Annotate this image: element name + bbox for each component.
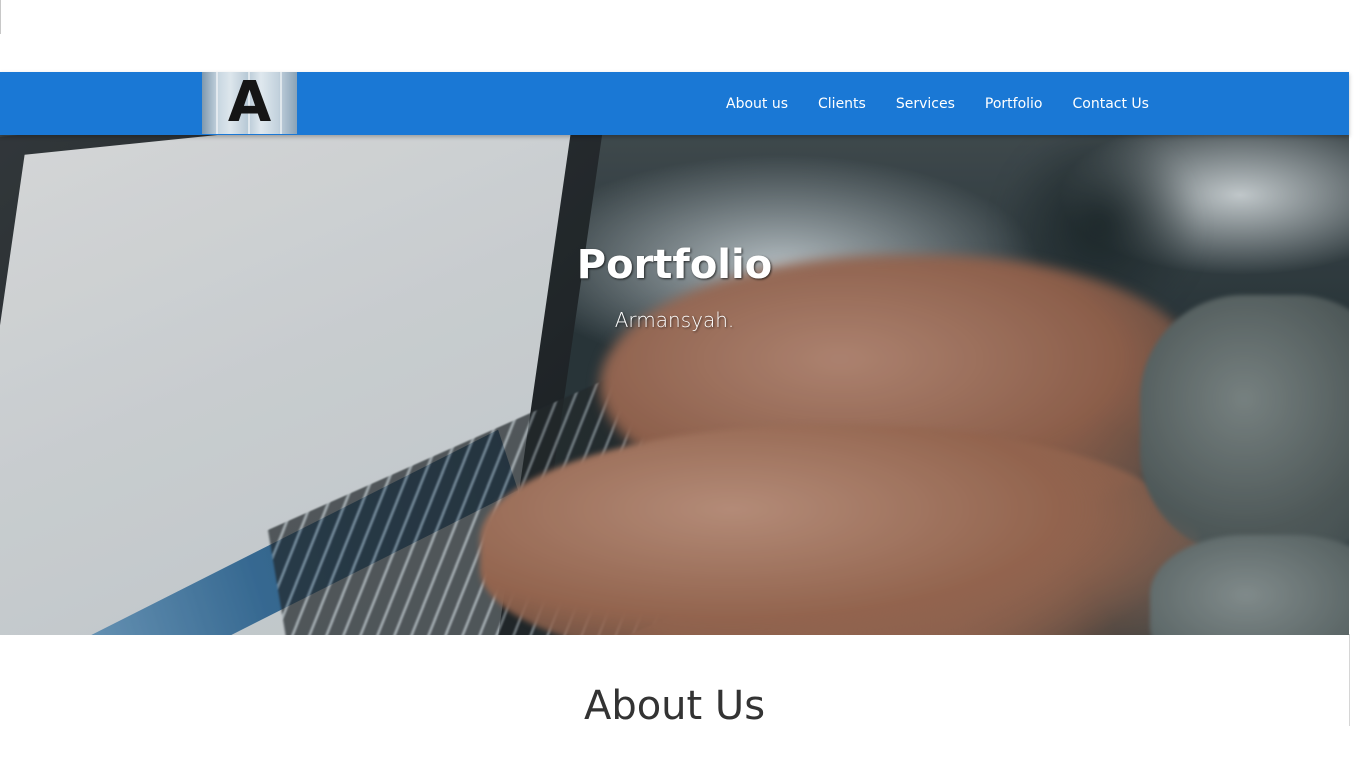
nav-links: About us Clients Services Portfolio Cont… [711, 72, 1164, 135]
nav-link-clients[interactable]: Clients [803, 96, 881, 112]
nav-link-services[interactable]: Services [881, 96, 970, 112]
divider [0, 0, 1, 34]
navbar: A About us Clients Services Portfolio Co… [0, 72, 1349, 135]
nav-link-portfolio[interactable]: Portfolio [970, 96, 1058, 112]
hero-title: Portfolio [576, 242, 773, 288]
page: A About us Clients Services Portfolio Co… [0, 0, 1366, 768]
nav-link-about-us[interactable]: About us [711, 96, 803, 112]
hero-overlay [0, 135, 1349, 635]
scrollbar-edge [1349, 634, 1350, 726]
about-section-title: About Us [583, 683, 766, 729]
brand-logo[interactable]: A [202, 72, 297, 134]
nav-link-contact-us[interactable]: Contact Us [1057, 96, 1163, 112]
brand-letter: A [227, 72, 272, 134]
hero-subtitle: Armansyah. [614, 308, 735, 332]
hero-banner: Portfolio Armansyah. [0, 135, 1349, 635]
